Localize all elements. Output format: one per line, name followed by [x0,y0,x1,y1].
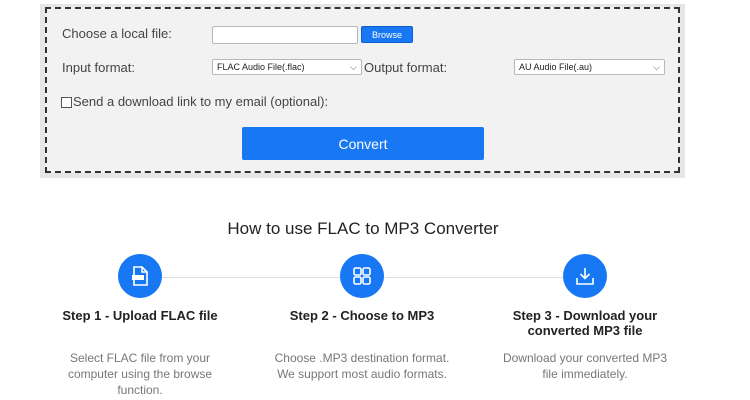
browse-button[interactable]: Browse [361,26,413,43]
output-format-value: AU Audio File(.au) [519,62,593,72]
step2-title: Step 2 - Choose to MP3 [289,308,435,323]
step2-description: Choose .MP3 destination format. We suppo… [274,351,450,381]
howto-title: How to use FLAC to MP3 Converter [227,219,499,238]
step-connector [162,277,340,278]
chevron-down-icon: ⌵ [653,62,660,72]
email-link-label: Send a download link to my email (option… [73,94,329,109]
chevron-down-icon: ⌵ [350,62,357,72]
input-format-select[interactable]: FLAC Audio File(.flac) ⌵ [212,59,362,75]
convert-button[interactable]: Convert [242,127,484,160]
grid-icon [353,267,371,285]
file-path-field[interactable] [212,26,358,44]
step3-description: Download your converted MP3 file immedia… [502,351,668,381]
input-format-label: Input format: [62,60,135,75]
email-link-checkbox[interactable] [61,97,72,108]
step3-title: Step 3 - Download your converted MP3 fil… [512,308,658,338]
step-connector [385,277,563,278]
choose-file-label: Choose a local file: [62,26,172,41]
step2-icon-circle [340,254,384,298]
input-format-value: FLAC Audio File(.flac) [217,62,305,72]
file-upload-icon [132,266,148,286]
step1-icon-circle [118,254,162,298]
download-icon [576,268,594,285]
step1-description: Select FLAC file from your computer usin… [67,351,213,397]
step3-icon-circle [563,254,607,298]
step1-title: Step 1 - Upload FLAC file [62,308,218,323]
output-format-label: Output format: [364,60,448,75]
output-format-select[interactable]: AU Audio File(.au) ⌵ [514,59,665,75]
